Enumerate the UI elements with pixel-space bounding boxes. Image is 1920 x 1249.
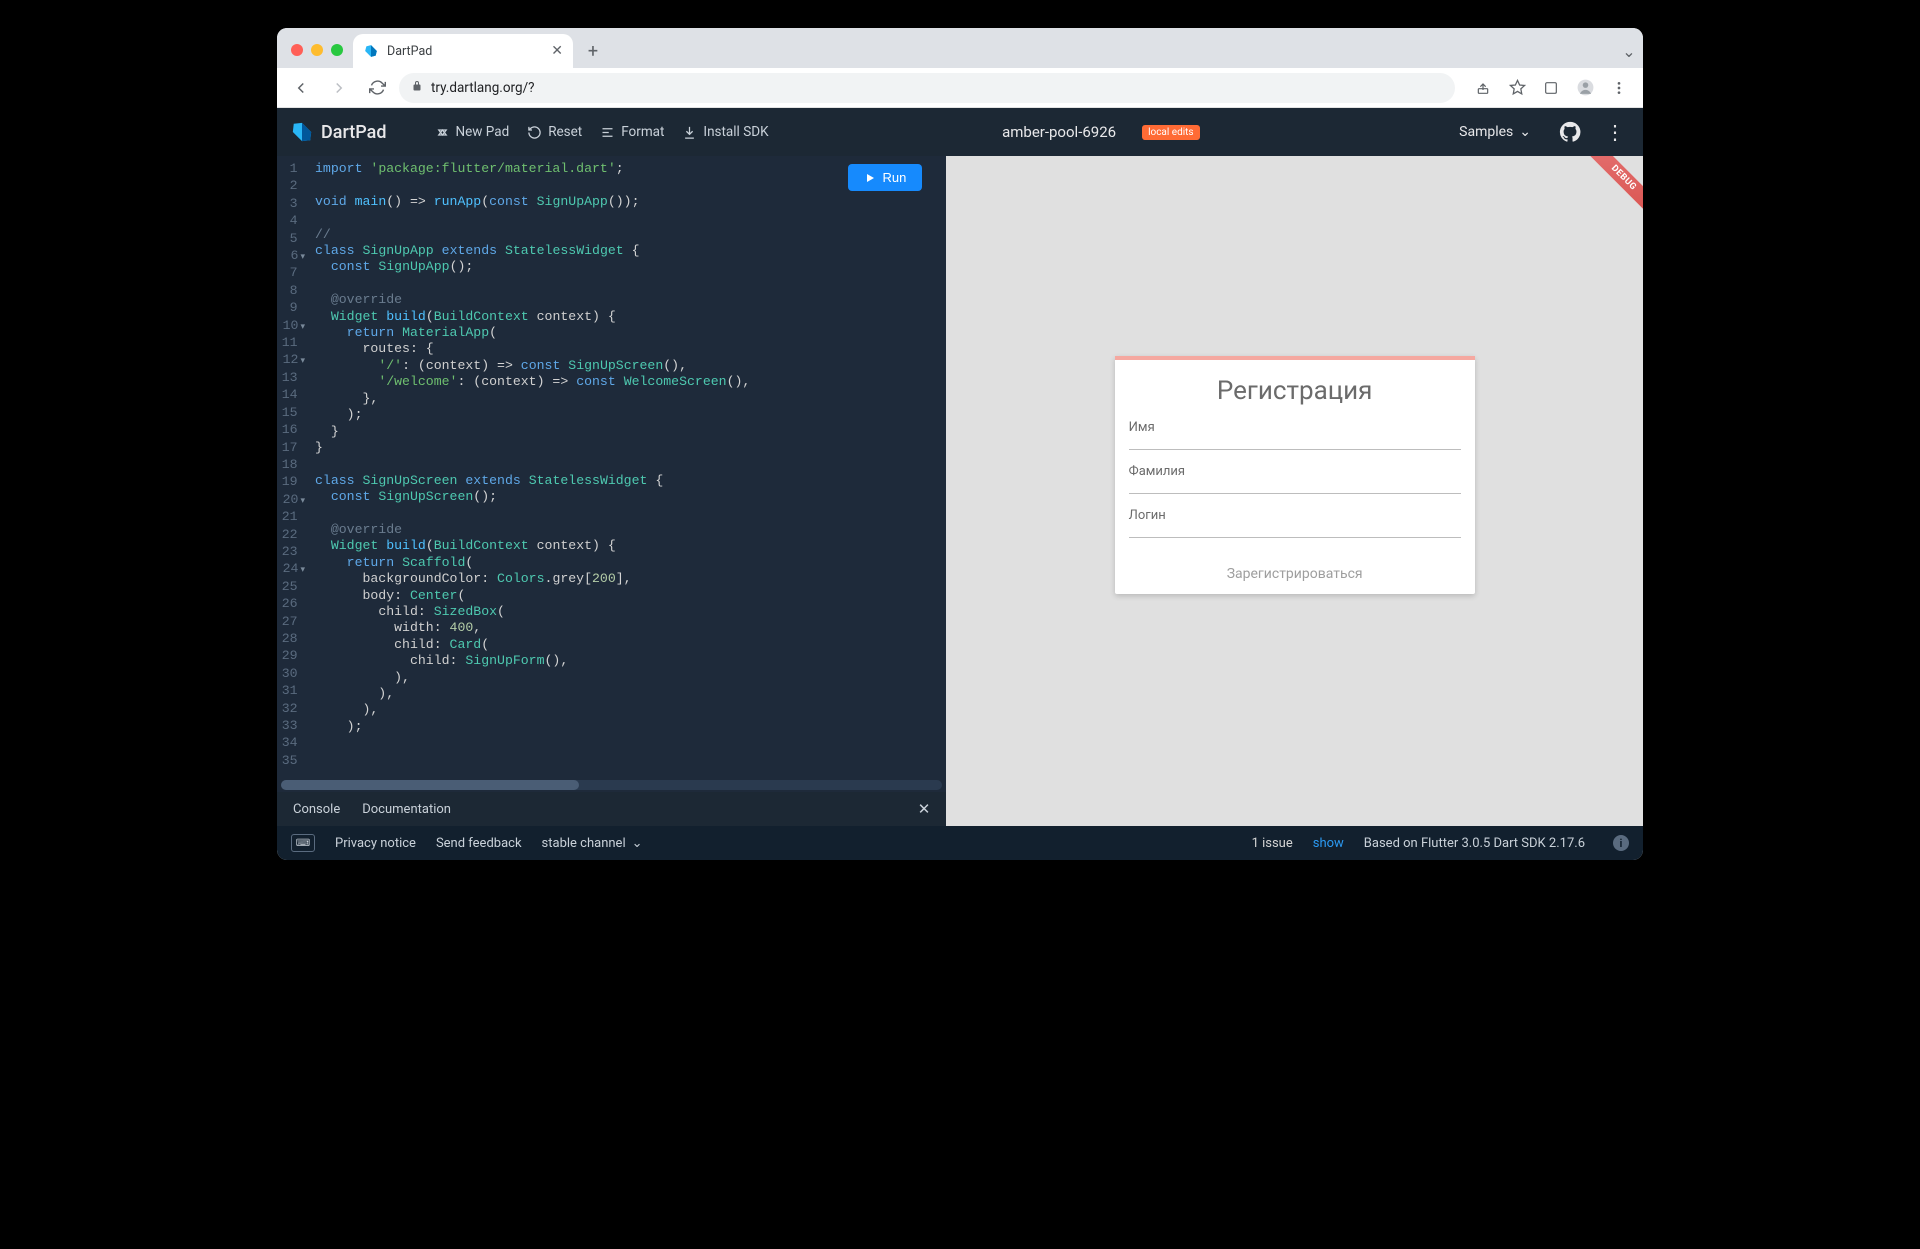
minimize-window-icon[interactable] bbox=[311, 44, 323, 56]
lock-icon bbox=[411, 80, 423, 95]
channel-dropdown[interactable]: stable channel⌄ bbox=[542, 836, 643, 851]
bookmark-icon[interactable] bbox=[1501, 72, 1533, 104]
field-name-label: Имя bbox=[1129, 420, 1461, 435]
install-sdk-button[interactable]: Install SDK bbox=[682, 124, 768, 140]
chevron-down-icon: ⌄ bbox=[632, 836, 643, 851]
profile-icon[interactable] bbox=[1569, 72, 1601, 104]
forward-button[interactable] bbox=[323, 72, 355, 104]
code-editor[interactable]: 1 2 3 4 5 6▾7 8 9 10▾11 12▾13 14 15 16 1… bbox=[277, 156, 946, 780]
card-title: Регистрация bbox=[1129, 376, 1461, 406]
browser-tabstrip: DartPad ✕ + ⌄ bbox=[277, 28, 1643, 68]
close-console-icon[interactable]: ✕ bbox=[918, 800, 931, 818]
menu-icon[interactable] bbox=[1603, 72, 1635, 104]
horizontal-scrollbar[interactable] bbox=[281, 780, 942, 790]
field-name[interactable]: Имя bbox=[1129, 420, 1461, 450]
github-icon[interactable] bbox=[1557, 119, 1583, 145]
logo-text: DartPad bbox=[321, 122, 387, 143]
dartpad-header: DartPad New Pad Reset Format Install SDK… bbox=[277, 108, 1643, 156]
maximize-window-icon[interactable] bbox=[331, 44, 343, 56]
new-pad-button[interactable]: New Pad bbox=[435, 124, 510, 140]
field-login[interactable]: Логин bbox=[1129, 508, 1461, 538]
local-edits-badge: local edits bbox=[1142, 125, 1200, 140]
issue-count: 1 issue bbox=[1252, 836, 1293, 851]
dart-favicon-icon bbox=[363, 43, 379, 59]
share-icon[interactable] bbox=[1467, 72, 1499, 104]
project-name: amber-pool-6926 bbox=[1002, 123, 1116, 141]
chevron-down-icon: ⌄ bbox=[1519, 124, 1531, 140]
back-button[interactable] bbox=[285, 72, 317, 104]
extensions-icon[interactable] bbox=[1535, 72, 1567, 104]
main-split: Run 1 2 3 4 5 6▾7 8 9 10▾11 12▾13 14 15 … bbox=[277, 156, 1643, 826]
tab-documentation[interactable]: Documentation bbox=[362, 802, 451, 817]
reload-button[interactable] bbox=[361, 72, 393, 104]
privacy-link[interactable]: Privacy notice bbox=[335, 836, 416, 851]
browser-tab[interactable]: DartPad ✕ bbox=[353, 34, 573, 68]
sdk-version: Based on Flutter 3.0.5 Dart SDK 2.17.6 bbox=[1364, 836, 1585, 851]
field-login-label: Логин bbox=[1129, 508, 1461, 523]
format-button[interactable]: Format bbox=[600, 124, 664, 140]
address-bar[interactable]: try.dartlang.org/? bbox=[399, 73, 1455, 103]
chevron-down-icon[interactable]: ⌄ bbox=[1615, 37, 1643, 65]
debug-ribbon: DEBUG bbox=[1581, 156, 1643, 220]
window-controls bbox=[291, 44, 343, 56]
line-gutter: 1 2 3 4 5 6▾7 8 9 10▾11 12▾13 14 15 16 1… bbox=[277, 156, 311, 780]
samples-dropdown[interactable]: Samples⌄ bbox=[1459, 124, 1531, 140]
code-content[interactable]: import 'package:flutter/material.dart'; … bbox=[311, 156, 946, 780]
submit-button[interactable]: Зарегистрироваться bbox=[1115, 556, 1475, 594]
reset-button[interactable]: Reset bbox=[527, 124, 582, 140]
field-surname-label: Фамилия bbox=[1129, 464, 1461, 479]
more-menu-icon[interactable]: ⋮ bbox=[1601, 120, 1629, 144]
info-icon[interactable]: i bbox=[1613, 835, 1629, 851]
run-button[interactable]: Run bbox=[848, 164, 922, 191]
url-text: try.dartlang.org/? bbox=[431, 80, 535, 96]
feedback-link[interactable]: Send feedback bbox=[436, 836, 522, 851]
show-issues-link[interactable]: show bbox=[1313, 836, 1344, 851]
keyboard-icon[interactable]: ⌨ bbox=[291, 834, 315, 852]
browser-toolbar: try.dartlang.org/? bbox=[277, 68, 1643, 108]
output-pane: DEBUG Регистрация Имя Фамилия Логин bbox=[946, 156, 1643, 826]
tab-close-icon[interactable]: ✕ bbox=[551, 43, 563, 59]
dartpad-logo: DartPad bbox=[291, 121, 387, 143]
field-surname[interactable]: Фамилия bbox=[1129, 464, 1461, 494]
browser-tab-title: DartPad bbox=[387, 44, 432, 59]
tab-console[interactable]: Console bbox=[293, 802, 340, 817]
new-tab-button[interactable]: + bbox=[579, 37, 607, 65]
footer: ⌨ Privacy notice Send feedback stable ch… bbox=[277, 826, 1643, 860]
signup-card: Регистрация Имя Фамилия Логин Зарегистри… bbox=[1115, 356, 1475, 594]
editor-pane: Run 1 2 3 4 5 6▾7 8 9 10▾11 12▾13 14 15 … bbox=[277, 156, 946, 826]
close-window-icon[interactable] bbox=[291, 44, 303, 56]
console-tabs: Console Documentation ✕ bbox=[277, 792, 946, 826]
